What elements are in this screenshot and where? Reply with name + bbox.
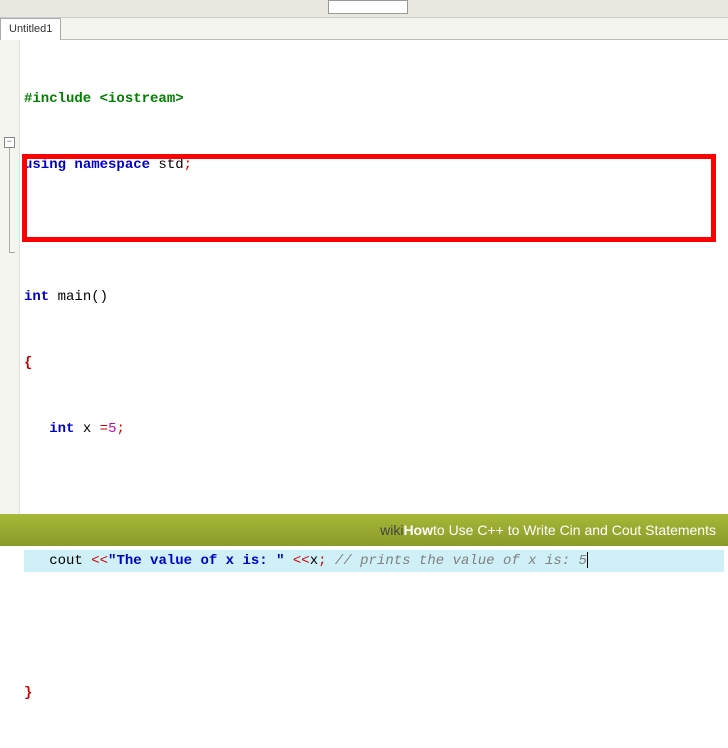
fold-toggle-icon[interactable]: − <box>4 137 15 148</box>
tab-bar: Untitled1 <box>0 18 728 40</box>
footer-how: How <box>403 522 433 538</box>
code-line-blank <box>24 616 724 638</box>
code-line: int main() <box>24 286 724 308</box>
toolbar-fragment <box>328 0 408 14</box>
window-chrome-top <box>0 0 728 18</box>
tab-label: Untitled1 <box>9 23 52 35</box>
code-line: cout <<"The value of x is: " <<x; // pri… <box>24 550 724 572</box>
editor-gutter: − <box>0 40 20 514</box>
code-line: { <box>24 352 724 374</box>
code-line: using namespace std; <box>24 154 724 176</box>
text-cursor <box>587 552 588 568</box>
footer-title: to Use C++ to Write Cin and Cout Stateme… <box>433 522 716 538</box>
code-line: int x =5; <box>24 418 724 440</box>
footer-wiki: wiki <box>380 522 403 538</box>
tab-untitled[interactable]: Untitled1 <box>0 18 61 40</box>
code-line-blank <box>24 484 724 506</box>
code-line: #include <iostream> <box>24 88 724 110</box>
code-line: } <box>24 682 724 704</box>
fold-guide-line <box>9 148 10 252</box>
code-editor[interactable]: − #include <iostream> using namespace st… <box>0 40 728 514</box>
fold-guide-end <box>9 252 15 253</box>
code-text-area[interactable]: #include <iostream> using namespace std;… <box>20 40 728 514</box>
code-line-blank <box>24 220 724 242</box>
wikihow-watermark: wikiHow to Use C++ to Write Cin and Cout… <box>0 514 728 546</box>
